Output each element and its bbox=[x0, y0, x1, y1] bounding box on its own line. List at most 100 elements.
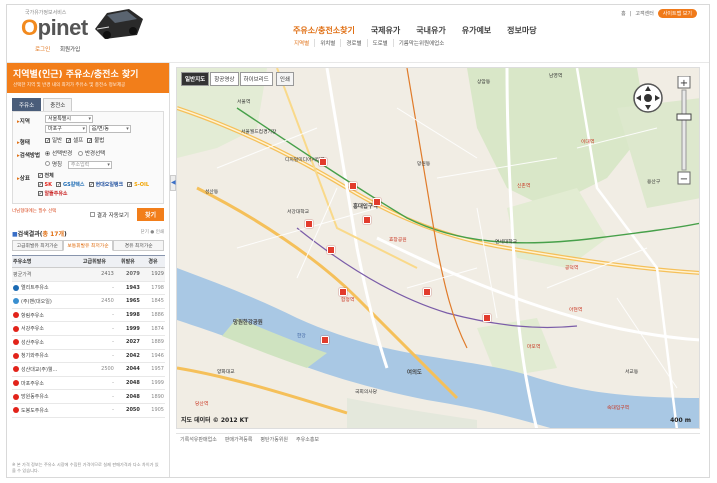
station-pin[interactable] bbox=[327, 246, 335, 254]
station-pin[interactable] bbox=[423, 288, 431, 296]
footer-link[interactable]: 주유소홍보 bbox=[296, 436, 319, 443]
map-label: 남영역 bbox=[549, 74, 563, 79]
nav-intl-price[interactable]: 국제유가 bbox=[363, 25, 408, 36]
nav-domestic-price[interactable]: 국내유가 bbox=[408, 25, 453, 36]
sidebar-desc: 선택한 지역 및 반경 내의 최저가 주유소 및 충전소 정보제공 bbox=[13, 83, 126, 88]
brand-soil-checkbox[interactable] bbox=[127, 182, 133, 187]
gu-select[interactable]: 마포구 bbox=[45, 125, 87, 133]
footer-link[interactable]: 평탄가동위원 bbox=[260, 436, 288, 443]
address-input[interactable]: 주소입력 bbox=[67, 161, 112, 169]
customer-center-link[interactable]: 고객센터 bbox=[635, 10, 653, 17]
subnav-route[interactable]: 경로별 bbox=[340, 39, 366, 47]
search-button[interactable]: 찾기 bbox=[136, 208, 164, 221]
map-label: 공덕역 bbox=[565, 266, 579, 271]
brand-sk-checkbox[interactable] bbox=[37, 182, 43, 187]
gasoline-price: 2048 bbox=[114, 389, 141, 404]
brand-hyundai-checkbox[interactable] bbox=[88, 182, 94, 187]
type-label: 형태 bbox=[19, 140, 30, 146]
method-radius-radio[interactable] bbox=[45, 150, 50, 156]
nav-forecast[interactable]: 유가예보 bbox=[454, 25, 499, 36]
tab-lpg-station[interactable]: 충전소 bbox=[43, 98, 73, 111]
station-row[interactable]: 성산대교(주)웰... 2500 2044 1957 bbox=[12, 362, 165, 377]
station-row[interactable]: 서강주유소 -1999 1874 bbox=[12, 321, 165, 336]
type-normal-label: 일반 bbox=[52, 138, 63, 144]
station-name[interactable]: 성산주유소 bbox=[21, 340, 44, 346]
station-pin[interactable] bbox=[305, 220, 313, 228]
nav-info[interactable]: 정보마당 bbox=[499, 25, 544, 36]
footer-link[interactable]: 판매가격등록 bbox=[225, 436, 253, 443]
map-type-normal[interactable]: 일반지도 bbox=[181, 72, 210, 86]
map-label: 숙대입구역 bbox=[607, 406, 630, 411]
tab-gas-station[interactable]: 주유소 bbox=[12, 98, 42, 111]
station-row[interactable]: 도봉도주유소 -2050 1905 bbox=[12, 403, 165, 418]
station-pin[interactable] bbox=[349, 182, 357, 190]
station-row[interactable]: (주)밴(대오일) 2450 1965 1845 bbox=[12, 294, 165, 309]
station-pin[interactable] bbox=[319, 158, 327, 166]
station-pin[interactable] bbox=[373, 198, 381, 206]
method-name-radio[interactable] bbox=[45, 161, 50, 166]
station-name[interactable]: 청기와주유소 bbox=[21, 353, 49, 359]
type-illegal-checkbox[interactable] bbox=[87, 137, 93, 143]
type-normal-checkbox[interactable] bbox=[45, 137, 50, 143]
map-type-satellite[interactable]: 항공영상 bbox=[210, 72, 239, 86]
map-view[interactable]: 일반지도 항공영상 하이브리드 인쇄 + − 홍대입구역 신촌역 이대역 아현역… bbox=[176, 67, 700, 429]
subnav-road[interactable]: 도로별 bbox=[366, 39, 393, 47]
sort-premium-tab[interactable]: 고급휘발유 최저가순 bbox=[12, 240, 63, 251]
join-link[interactable]: 회원가입 bbox=[60, 47, 80, 53]
map-type-hybrid[interactable]: 하이브리드 bbox=[239, 72, 273, 86]
station-row[interactable]: 성산주유소 -2027 1889 bbox=[12, 335, 165, 350]
gasoline-price: 2027 bbox=[114, 335, 141, 350]
col-gasoline: 휘발유 bbox=[114, 255, 141, 268]
gasoline-price: 1998 bbox=[114, 308, 141, 323]
map-pan-control[interactable] bbox=[632, 82, 664, 114]
search-sidebar: 지역별(인근) 주유소/충전소 찾기 선택한 지역 및 반경 내의 최저가 주유… bbox=[7, 63, 170, 477]
station-name[interactable]: 서강주유소 bbox=[21, 326, 44, 332]
station-row[interactable]: 엘리트주유소 -1943 1798 bbox=[12, 281, 165, 296]
station-row[interactable]: 망원동주유소 -2048 1890 bbox=[12, 389, 165, 404]
brand-altteul-checkbox[interactable] bbox=[37, 191, 43, 196]
station-pin[interactable] bbox=[363, 216, 371, 224]
opinet-logo[interactable]: Opinet bbox=[21, 15, 88, 41]
map-type-controls: 일반지도 항공영상 하이브리드 인쇄 bbox=[181, 72, 294, 86]
results-table: 주유소명 고급휘발유 휘발유 경유 평균가격 2413 2079 1929 엘리… bbox=[12, 255, 165, 418]
subnav-region[interactable]: 지역별 bbox=[289, 39, 314, 47]
brand-gs-checkbox[interactable] bbox=[56, 182, 61, 187]
sitemap-button[interactable]: 사이트맵 보기 bbox=[657, 9, 697, 18]
station-pin[interactable] bbox=[339, 288, 347, 296]
diesel-price: 1957 bbox=[140, 362, 165, 377]
city-select[interactable]: 서울특별시 bbox=[45, 115, 93, 123]
station-pin[interactable] bbox=[483, 314, 491, 322]
station-row[interactable]: 마포주유소 -2048 1999 bbox=[12, 376, 165, 391]
station-name[interactable]: 도봉도주유소 bbox=[21, 408, 49, 414]
price-disclaimer: ※ 본 가격 정보는 주유소 시장에 수집된 가격이므로 실제 판매가격과 다소… bbox=[12, 462, 159, 473]
type-self-checkbox[interactable] bbox=[66, 137, 72, 143]
station-name[interactable]: (주)밴(대오일) bbox=[21, 299, 52, 305]
nav-station-search[interactable]: 주유소/충전소찾기 bbox=[285, 25, 363, 36]
footer-link[interactable]: 기록석유판매업소 bbox=[180, 436, 217, 443]
station-name[interactable]: 성산대교(주)웰... bbox=[21, 367, 57, 373]
brand-all-checkbox[interactable] bbox=[37, 173, 43, 178]
sort-gasoline-tab[interactable]: 보통휘발유 최저가순 bbox=[62, 240, 114, 251]
results-tools[interactable]: 닫기 ● 인쇄 bbox=[141, 229, 164, 238]
sort-diesel-tab[interactable]: 경유 최저가순 bbox=[113, 240, 165, 251]
station-name[interactable]: 망원동주유소 bbox=[21, 394, 49, 400]
map-print-button[interactable]: 인쇄 bbox=[275, 72, 294, 86]
login-link[interactable]: 로그인 bbox=[35, 47, 50, 53]
station-row[interactable]: 청기와주유소 -2042 1946 bbox=[12, 349, 165, 364]
station-pin[interactable] bbox=[321, 336, 329, 344]
diesel-price: 1999 bbox=[140, 376, 165, 391]
station-row[interactable]: 항림주유소 -1998 1886 bbox=[12, 308, 165, 323]
station-name[interactable]: 항림주유소 bbox=[21, 313, 44, 319]
station-name[interactable]: 마포주유소 bbox=[21, 381, 44, 387]
premium-price: - bbox=[74, 349, 115, 364]
subnav-illegal[interactable]: 기름막는위원에업소 bbox=[392, 39, 450, 47]
map-zoom-control[interactable]: + − bbox=[675, 76, 693, 188]
auto-result-checkbox[interactable] bbox=[89, 212, 95, 217]
home-link[interactable]: 홈 bbox=[621, 10, 626, 17]
map-label: 성산동 bbox=[205, 190, 219, 195]
dong-select[interactable]: 읍/면/동 bbox=[88, 125, 131, 133]
subnav-location[interactable]: 위치별 bbox=[314, 39, 340, 47]
method-radius-alt-radio[interactable] bbox=[78, 150, 83, 156]
type-illegal-label: 불법 bbox=[94, 138, 105, 144]
station-name[interactable]: 엘리트주유소 bbox=[21, 285, 49, 291]
